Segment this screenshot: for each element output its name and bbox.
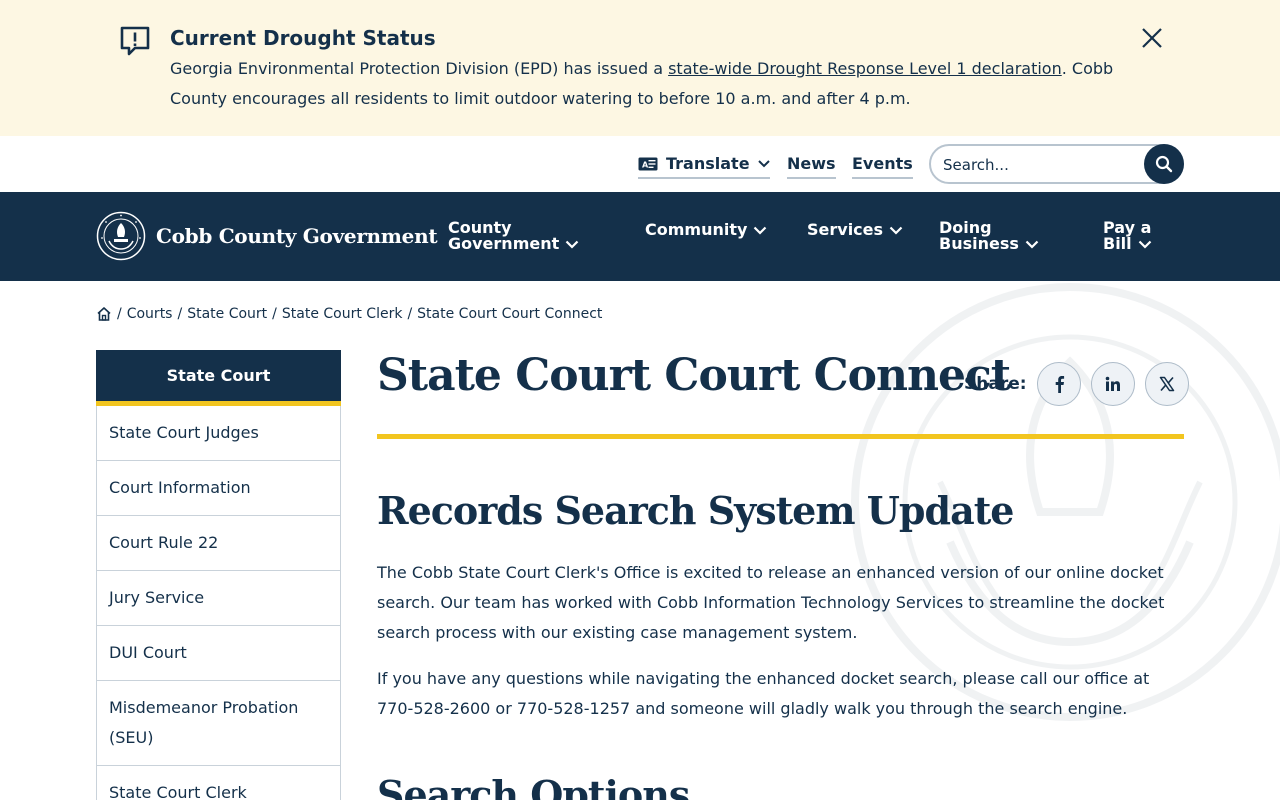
chevron-down-icon — [754, 226, 767, 235]
breadcrumb-state-court[interactable]: State Court — [187, 306, 267, 322]
utility-bar: A Translate News Events — [0, 136, 1280, 192]
close-icon[interactable] — [1138, 24, 1166, 52]
sidebar-item-label: State Court Clerk — [109, 783, 247, 800]
nav-label: Services — [807, 220, 884, 239]
sidebar-item-jury-service[interactable]: Jury Service — [96, 571, 341, 626]
home-icon[interactable] — [96, 306, 112, 322]
svg-text:A: A — [642, 160, 649, 169]
section-sidebar: State Court State Court Judges Court Inf… — [96, 350, 341, 800]
events-link[interactable]: Events — [852, 154, 913, 179]
sidebar-item-state-court-clerk[interactable]: State Court Clerk — [96, 766, 341, 800]
breadcrumb-courts[interactable]: Courts — [127, 306, 173, 322]
chevron-down-icon — [1025, 240, 1039, 249]
breadcrumb-state-court-clerk[interactable]: State Court Clerk — [282, 306, 403, 322]
title-divider — [377, 434, 1184, 439]
alert-bubble-icon — [120, 26, 150, 56]
search-input[interactable] — [943, 154, 1143, 176]
chevron-down-icon — [565, 240, 579, 249]
breadcrumb-separator: / — [117, 306, 122, 322]
paragraph-update-intro: The Cobb State Court Clerk's Office is e… — [377, 563, 1165, 642]
share-linkedin-button[interactable] — [1090, 362, 1135, 406]
sidebar-item-label: Jury Service — [109, 588, 205, 607]
sidebar-item-court-rule-22[interactable]: Court Rule 22 — [96, 516, 341, 571]
linkedin-icon — [1105, 376, 1120, 391]
news-link[interactable]: News — [787, 154, 836, 179]
search-icon — [1155, 155, 1173, 173]
x-icon — [1159, 376, 1174, 392]
translate-button[interactable]: A Translate — [638, 154, 770, 179]
nav-label-line2: Business — [939, 234, 1019, 253]
nav-county-government[interactable]: County Government — [448, 220, 579, 252]
county-seal-icon — [96, 211, 146, 261]
main-navigation: Cobb County Government County Government… — [0, 192, 1280, 281]
sidebar-item-dui-court[interactable]: DUI Court — [96, 626, 341, 681]
chevron-down-icon — [757, 159, 770, 167]
nav-community[interactable]: Community — [645, 222, 767, 238]
translate-icon: A — [638, 157, 658, 170]
breadcrumb-separator: / — [407, 306, 413, 322]
breadcrumb-separator: / — [272, 306, 277, 322]
nav-services[interactable]: Services — [807, 222, 903, 238]
sidebar-item-court-information[interactable]: Court Information — [96, 461, 341, 516]
nav-label: Community — [645, 220, 748, 239]
breadcrumb: / Courts / State Court / State Court Cle… — [96, 306, 602, 322]
nav-doing-business[interactable]: Doing Business — [939, 220, 1039, 252]
share-facebook-button[interactable] — [1036, 362, 1081, 406]
search-box — [929, 144, 1184, 184]
sidebar-item-label: State Court Judges — [109, 423, 259, 442]
sidebar-heading[interactable]: State Court — [96, 350, 341, 406]
translate-label: Translate — [666, 154, 750, 173]
site-logo-text: Cobb County Government — [156, 224, 438, 248]
drought-declaration-link[interactable]: state-wide Drought Response Level 1 decl… — [668, 59, 1062, 78]
sidebar-item-label: Court Rule 22 — [109, 533, 219, 552]
breadcrumb-separator: / — [177, 306, 183, 322]
alert-message: Georgia Environmental Protection Divisio… — [170, 54, 1130, 114]
nav-label-line2: Bill — [1103, 234, 1132, 253]
breadcrumb-current-page: State Court Court Connect — [417, 306, 603, 322]
paragraph-contact: If you have any questions while navigati… — [377, 669, 1150, 718]
alert-text-before: Georgia Environmental Protection Divisio… — [170, 59, 669, 78]
search-button[interactable] — [1144, 144, 1184, 184]
alert-title: Current Drought Status — [170, 26, 436, 50]
share-bar: Share: — [964, 362, 1199, 406]
share-x-button[interactable] — [1144, 362, 1189, 406]
section-heading-records-search: Records Search System Update — [377, 488, 1014, 533]
drought-alert-banner: Current Drought Status Georgia Environme… — [0, 0, 1280, 136]
facebook-icon — [1055, 376, 1064, 393]
sidebar-item-misdemeanor-probation[interactable]: Misdemeanor Probation (SEU) — [96, 681, 341, 766]
nav-pay-a-bill[interactable]: Pay a Bill — [1103, 220, 1152, 252]
chevron-down-icon — [889, 226, 903, 235]
nav-label-line2: Government — [448, 234, 560, 253]
share-label: Share: — [964, 374, 1027, 394]
page-title: State Court Court Connect — [377, 350, 1011, 401]
sidebar-item-label: Court Information — [109, 478, 251, 497]
chevron-down-icon — [1138, 240, 1151, 249]
section-heading-search-options: Search Options — [377, 772, 690, 800]
sidebar-item-state-court-judges[interactable]: State Court Judges — [96, 406, 341, 461]
sidebar-item-label: DUI Court — [109, 643, 187, 662]
site-logo[interactable]: Cobb County Government — [96, 211, 438, 261]
sidebar-item-label: Misdemeanor Probation (SEU) — [109, 698, 299, 747]
